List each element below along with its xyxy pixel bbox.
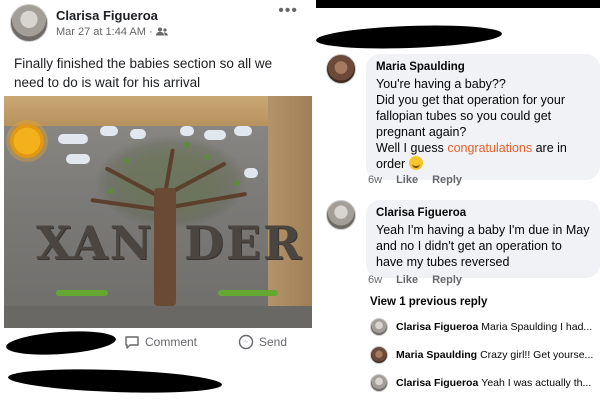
post-photo[interactable]: XAN DER: [4, 96, 312, 328]
post-panel: Clarisa Figueroa Mar 27 at 1:44 AM · •••…: [0, 0, 314, 400]
reply-button[interactable]: Reply: [432, 174, 462, 186]
comment: Clarisa Figueroa Yeah I'm having a baby …: [326, 200, 600, 278]
friends-icon: [155, 27, 168, 36]
reply-line: Maria Spaulding Crazy girl!! Get yourse..…: [396, 349, 596, 361]
comment-label: Comment: [145, 335, 198, 349]
cloud-decal: [100, 126, 118, 136]
reply-preview: Yeah I was actually th...: [481, 377, 592, 389]
mural-letters-right: DER: [184, 216, 304, 270]
comment-age: 6w: [368, 174, 383, 186]
reply-avatar[interactable]: [370, 374, 388, 392]
commenter-avatar[interactable]: [326, 54, 356, 84]
send-button[interactable]: Send: [238, 334, 287, 350]
grinning-face-emoji-icon: [408, 156, 423, 170]
post-text: Finally finished the babies section so a…: [14, 56, 273, 90]
meta-separator: ·: [148, 26, 156, 38]
reply-item[interactable]: Clarisa Figueroa Maria Spaulding I had...: [370, 318, 598, 338]
like-button[interactable]: Like: [396, 174, 418, 186]
redaction-mark: [316, 22, 503, 52]
reply-button[interactable]: Reply: [432, 274, 462, 286]
grass-decal: [56, 290, 108, 296]
reply-line: Clarisa Figueroa Yeah I was actually th..…: [396, 377, 596, 389]
view-previous-replies-link[interactable]: View 1 previous reply: [370, 296, 487, 308]
commenter-avatar[interactable]: [326, 200, 356, 230]
post-meta: Mar 27 at 1:44 AM ·: [56, 26, 168, 38]
tree-leaf: [234, 180, 240, 186]
tree-leaf: [124, 158, 130, 164]
cloud-decal: [58, 134, 88, 144]
comment-text: Yeah I'm having a baby I'm due in May an…: [376, 223, 590, 269]
grass-decal: [218, 290, 278, 296]
cloud-decal: [204, 130, 226, 140]
send-label: Send: [259, 335, 288, 349]
highlighted-word: congratulations: [447, 141, 533, 155]
comment-icon: [125, 336, 139, 349]
cloud-decal: [180, 126, 194, 136]
reply-item[interactable]: Maria Spaulding Crazy girl!! Get yourse..…: [370, 346, 598, 366]
messenger-icon: [238, 334, 254, 350]
reply-item[interactable]: Clarisa Figueroa Yeah I was actually th..…: [370, 374, 598, 394]
comment-meta: 6w Like Reply: [368, 274, 462, 286]
comment-bubble: Maria Spaulding You're having a baby?? D…: [366, 54, 600, 180]
reply-author[interactable]: Clarisa Figueroa: [396, 321, 478, 333]
tree-trunk: [154, 188, 176, 306]
post-header: Clarisa Figueroa Mar 27 at 1:44 AM · •••: [10, 2, 310, 44]
reply-avatar[interactable]: [370, 346, 388, 364]
post-actions: Comment Send: [0, 334, 314, 360]
reply-author[interactable]: Maria Spaulding: [396, 349, 477, 361]
commenter-name[interactable]: Clarisa Figueroa: [376, 207, 590, 219]
more-dots-icon[interactable]: •••: [278, 2, 298, 20]
reply-preview: Crazy girl!! Get yourse...: [480, 349, 594, 361]
reply-preview: Maria Spaulding I had...: [481, 321, 593, 333]
commenter-name[interactable]: Maria Spaulding: [376, 61, 590, 73]
reply-avatar[interactable]: [370, 318, 388, 336]
reply-line: Clarisa Figueroa Maria Spaulding I had...: [396, 321, 596, 333]
cloud-decal: [244, 168, 258, 178]
cloud-decal: [66, 154, 90, 164]
comment-text: You're having a baby?? Did you get that …: [376, 76, 590, 172]
comment-meta: 6w Like Reply: [368, 174, 462, 186]
tree-leaf: [204, 154, 210, 160]
reply-author[interactable]: Clarisa Figueroa: [396, 377, 478, 389]
comment-button[interactable]: Comment: [124, 334, 197, 350]
top-black-bar: [316, 0, 600, 8]
author-avatar[interactable]: [10, 4, 48, 42]
redaction-mark: [7, 366, 223, 396]
comment: Maria Spaulding You're having a baby?? D…: [326, 54, 600, 190]
photo-floor: [4, 306, 312, 328]
cloud-decal: [130, 129, 146, 139]
mural-letters-left: XAN: [36, 216, 154, 270]
tree-leaf: [108, 188, 114, 194]
tree-leaf: [184, 142, 190, 148]
comment-bubble: Clarisa Figueroa Yeah I'm having a baby …: [366, 200, 600, 278]
cloud-decal: [234, 126, 252, 136]
comment-age: 6w: [368, 274, 383, 286]
post-author-name[interactable]: Clarisa Figueroa: [56, 8, 158, 23]
photo-ceiling: [4, 96, 312, 126]
post-timestamp[interactable]: Mar 27 at 1:44 AM: [56, 26, 146, 38]
sun-decal: [10, 124, 44, 158]
like-button[interactable]: Like: [396, 274, 418, 286]
comments-panel: Maria Spaulding You're having a baby?? D…: [316, 0, 600, 400]
